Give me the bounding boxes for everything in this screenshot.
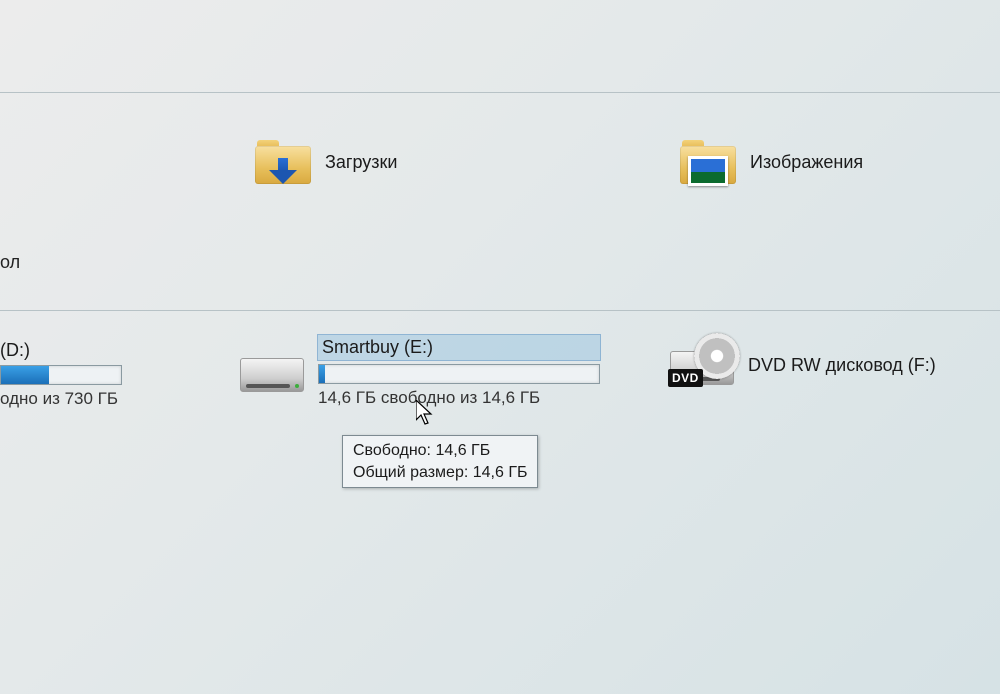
folder-pictures[interactable]: Изображения xyxy=(680,140,863,184)
download-arrow-icon xyxy=(269,158,297,186)
drive-name: (D:) xyxy=(0,340,122,361)
section-divider xyxy=(0,310,1000,311)
drive-tooltip: Свободно: 14,6 ГБ Общий размер: 14,6 ГБ xyxy=(342,435,538,488)
folder-label: Изображения xyxy=(750,152,863,173)
drive-d-partial[interactable]: (D:) одно из 730 ГБ xyxy=(0,340,122,409)
folder-downloads[interactable]: Загрузки xyxy=(255,140,397,184)
tooltip-line: Свободно: 14,6 ГБ xyxy=(353,440,527,462)
drive-icon xyxy=(240,352,304,392)
drive-f[interactable]: DVD DVD RW дисковод (F:) xyxy=(670,345,936,385)
dvd-badge: DVD xyxy=(668,369,703,387)
picture-thumb-icon xyxy=(688,156,728,186)
explorer-content: Загрузки Изображения ол (D:) одно из 730… xyxy=(0,0,1000,694)
dvd-drive-icon: DVD xyxy=(670,345,734,385)
partial-text: ол xyxy=(0,252,20,273)
capacity-bar xyxy=(0,365,122,385)
drive-name: Smartbuy (E:) xyxy=(318,335,600,360)
drive-status: 14,6 ГБ свободно из 14,6 ГБ xyxy=(318,388,600,408)
drive-name: DVD RW дисковод (F:) xyxy=(748,355,936,376)
capacity-bar xyxy=(318,364,600,384)
drive-e[interactable]: Smartbuy (E:) 14,6 ГБ свободно из 14,6 Г… xyxy=(240,335,600,408)
folder-icon xyxy=(255,140,311,184)
tooltip-line: Общий размер: 14,6 ГБ xyxy=(353,462,527,484)
drive-status: одно из 730 ГБ xyxy=(0,389,122,409)
folder-icon xyxy=(680,140,736,184)
folder-label: Загрузки xyxy=(325,152,397,173)
section-divider xyxy=(0,92,1000,93)
